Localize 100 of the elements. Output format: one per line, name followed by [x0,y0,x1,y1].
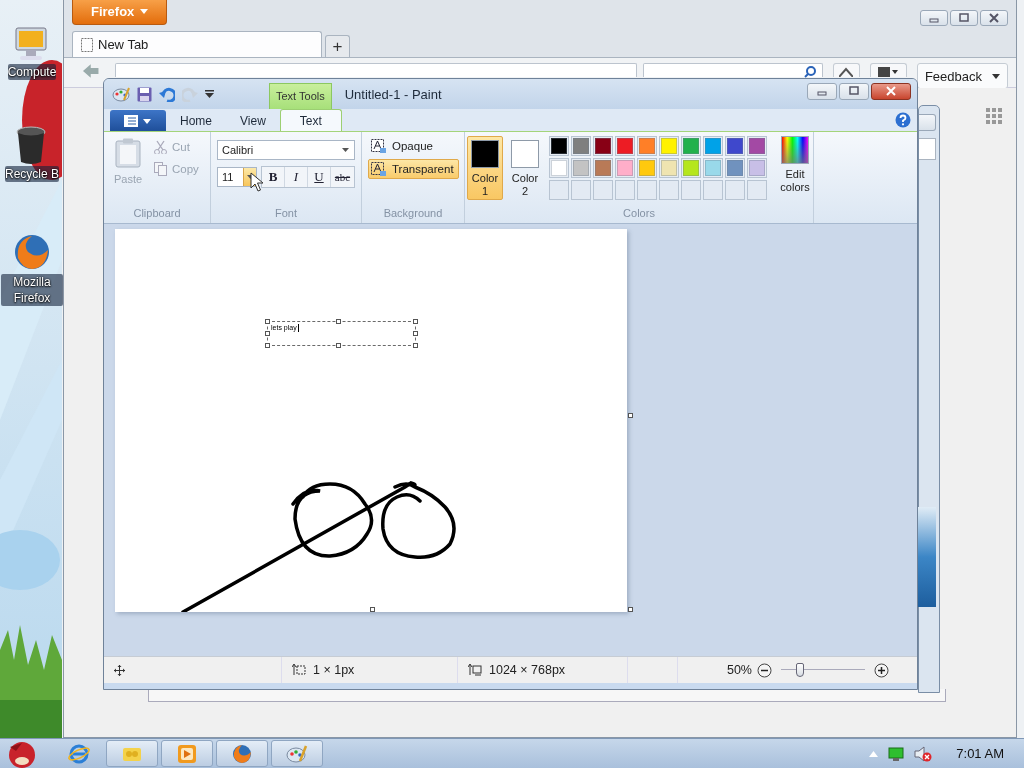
paint-app-icon[interactable] [112,86,130,102]
move-cursor-icon [114,664,125,676]
palette-swatch[interactable] [573,138,589,154]
palette-swatch[interactable] [639,138,655,154]
address-field[interactable] [115,63,637,77]
bookmarks-button[interactable] [870,63,907,77]
resize-handle[interactable] [628,607,633,612]
palette-swatch[interactable] [617,138,633,154]
empty-swatch[interactable] [725,180,745,200]
caret-icon [140,9,149,14]
palette-swatch[interactable] [639,160,655,176]
color-selector[interactable]: Color 1 [467,136,503,200]
edit-colors-button[interactable]: Edit colors [775,136,815,207]
dropdown-arrow-icon [342,148,349,152]
palette-swatch[interactable] [749,138,765,154]
maximize-button[interactable] [950,10,978,26]
selection-size-text: 1 × 1px [313,663,355,677]
show-hidden-icons-arrow[interactable] [869,750,879,757]
undo-icon[interactable] [159,86,175,102]
resize-handle[interactable] [370,607,375,612]
empty-swatch[interactable] [549,180,569,200]
maximize-icon [849,86,859,96]
icon-label[interactable]: Recycle B [5,166,59,182]
empty-swatch[interactable] [593,180,613,200]
zoom-percent-text: 50% [726,663,752,677]
text-style-button[interactable]: U [308,167,331,187]
ribbon-tab[interactable]: Text [279,109,342,131]
background-option[interactable]: Transparent [368,159,459,179]
group-label: Colors [622,207,656,221]
mouse-pointer-icon [250,172,264,192]
new-tab-button[interactable]: + [325,35,350,57]
taskbar-button[interactable] [161,740,213,767]
icon-label[interactable]: Compute [7,64,57,80]
font-size-dropdown[interactable]: 11 [217,167,257,187]
minimize-button[interactable] [920,10,948,26]
search-icon[interactable] [803,66,816,78]
feedback-button[interactable]: Feedback [916,63,1008,89]
palette-swatch[interactable] [727,160,743,176]
palette-swatch[interactable] [595,138,611,154]
copy-icon [154,162,167,176]
empty-swatch[interactable] [659,180,679,200]
resize-handle[interactable] [628,413,633,418]
empty-swatch[interactable] [703,180,723,200]
text-style-button[interactable]: I [285,167,308,187]
zoom-in-button[interactable] [874,662,889,678]
palette-swatch[interactable] [595,160,611,176]
empty-swatch[interactable] [747,180,767,200]
globe-icon [231,742,253,765]
taskbar-button[interactable] [271,740,323,767]
palette-swatch[interactable] [705,160,721,176]
taskbar-button[interactable] [216,740,268,767]
save-icon[interactable] [137,86,152,102]
palette-swatch[interactable] [661,160,677,176]
home-button[interactable] [832,63,861,77]
browser-e-icon[interactable] [68,742,90,765]
color-label: Color 1 [470,172,500,198]
clock-time[interactable]: 7:01 AM [956,746,1004,761]
icon-label[interactable]: Mozilla Firefox [1,274,63,306]
maximize-button[interactable] [839,82,869,100]
browser-tab[interactable]: New Tab [72,31,322,57]
help-icon[interactable] [895,112,911,128]
media-player-icon [176,742,198,765]
apps-grid-icon[interactable] [986,108,1002,124]
palette-swatch[interactable] [749,160,765,176]
maximize-icon [959,13,969,23]
background-option[interactable]: Opaque [368,136,438,156]
palette-swatch[interactable] [661,138,677,154]
palette-swatch[interactable] [551,160,567,176]
image-size-text: 1024 × 768px [489,663,566,677]
palette-swatch[interactable] [573,160,589,176]
zoom-out-button[interactable] [757,662,772,678]
image-size-icon [468,664,482,676]
palette-swatch[interactable] [705,138,721,154]
text-style-button[interactable]: abc [331,167,354,187]
palette-swatch[interactable] [683,160,699,176]
close-icon [989,13,999,23]
font-family-dropdown[interactable]: Calibri [217,140,355,160]
empty-swatch[interactable] [637,180,657,200]
window-title: Untitled-1 - Paint [344,86,442,102]
caret-icon [992,73,1000,79]
scissors-icon [154,140,167,154]
palette-swatch[interactable] [551,138,567,154]
empty-swatch[interactable] [681,180,701,200]
file-menu-button[interactable] [110,110,166,131]
taskbar-button[interactable] [106,740,158,767]
ribbon-tab[interactable]: View [226,110,280,131]
network-icon[interactable] [888,746,905,761]
empty-swatch[interactable] [615,180,635,200]
page-icon [81,37,93,52]
color-selector[interactable]: Color 2 [507,136,543,200]
zoom-slider-thumb[interactable] [796,663,805,677]
minimize-button[interactable] [807,82,837,100]
palette-swatch[interactable] [727,138,743,154]
palette-swatch[interactable] [683,138,699,154]
speaker-muted-icon[interactable] [914,745,933,762]
back-arrow-icon[interactable] [82,63,100,79]
palette-swatch[interactable] [617,160,633,176]
ribbon-tab[interactable]: Home [166,110,226,131]
customize-caret-icon[interactable] [205,90,214,98]
empty-swatch[interactable] [571,180,591,200]
